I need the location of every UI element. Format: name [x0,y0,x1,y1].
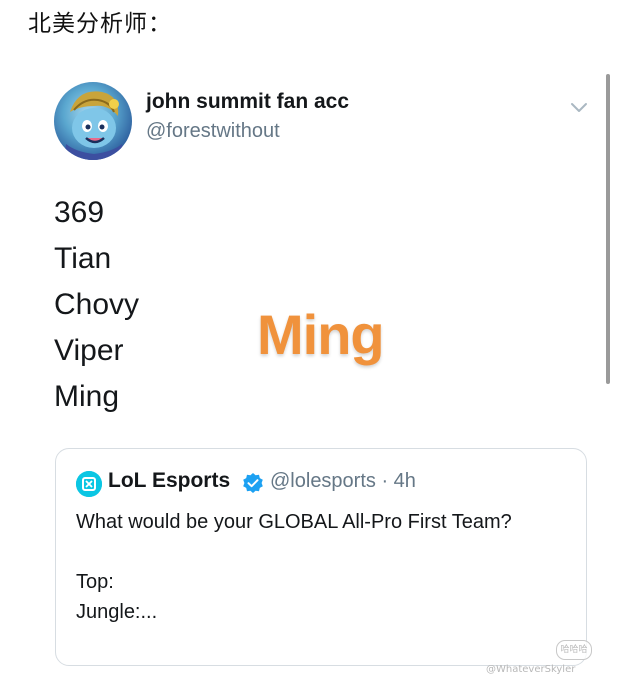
author-handle[interactable]: @forestwithout [146,120,280,143]
quoted-tweet-body: What would be your GLOBAL All-Pro First … [76,507,566,627]
author-avatar[interactable] [54,82,132,160]
author-name[interactable]: john summit fan acc [146,90,349,114]
watermark-badge: 哈哈哈 [556,640,592,660]
tweet-line: Tian [54,242,112,275]
tweet-card: john summit fan acc @forestwithout 369 T… [0,58,641,676]
tweet-line: Ming [54,380,120,413]
tweet-text: 369 Tian Chovy Viper Ming [54,190,139,420]
overlay-caption: Ming [257,303,385,366]
post-caption: 北美分析师： [28,11,172,37]
quoted-tweet-line: Top: [76,571,114,593]
chevron-down-icon[interactable] [568,96,590,118]
tweet-line: Viper [54,334,124,367]
verified-badge-icon [242,472,264,494]
quoted-author-name[interactable]: LoL Esports [108,469,230,493]
quoted-tweet[interactable]: LoL Esports @lolesports · 4h What would … [55,448,587,666]
quoted-handle-and-time[interactable]: @lolesports · 4h [270,470,416,493]
watermark-text: @WhateverSkyler [486,664,576,675]
scrollbar[interactable] [606,74,610,384]
tweet-line: 369 [54,196,105,229]
league-champion-avatar-icon [64,91,124,160]
quoted-tweet-line: Jungle:... [76,601,158,623]
lol-esports-logo-icon [76,471,102,497]
tweet-line: Chovy [54,288,140,321]
quoted-tweet-line: What would be your GLOBAL All-Pro First … [76,511,512,533]
